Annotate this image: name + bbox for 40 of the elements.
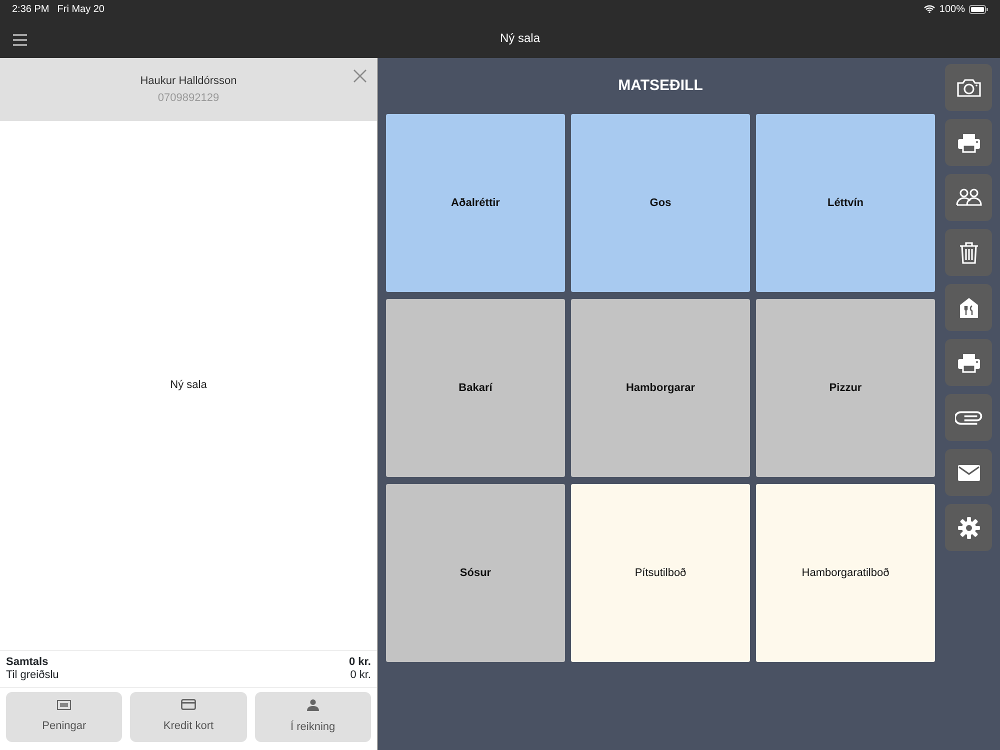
menu-title: MATSEÐILL (618, 76, 703, 96)
trash-button[interactable] (945, 229, 992, 276)
category-tile[interactable]: Sósur (386, 484, 565, 662)
total-value: 0 kr. (348, 656, 371, 669)
total-label: Samtals (6, 656, 48, 669)
settings-button[interactable] (945, 504, 992, 551)
credit-card-icon (180, 699, 196, 710)
status-time: 2:36 PM (12, 2, 50, 16)
battery-percent: 100% (939, 2, 965, 16)
offer-tile[interactable]: Pítsutilboð (571, 484, 750, 662)
payment-button[interactable]: Í reikning (254, 692, 371, 742)
customer-phone: 0709892129 (158, 90, 220, 106)
category-tile[interactable]: Aðalréttir (386, 114, 565, 292)
banknote-icon (57, 700, 72, 710)
person-icon (306, 698, 319, 711)
paperclip-icon (954, 410, 982, 424)
status-date: Fri May 20 (57, 2, 104, 16)
empty-order-text: Ný sala (170, 378, 207, 394)
payment-button[interactable]: Kredit kort (130, 692, 247, 742)
customer-name: Haukur Halldórsson (140, 74, 237, 89)
people-button[interactable] (945, 174, 992, 221)
camera-button[interactable] (945, 64, 992, 111)
category-tile[interactable]: Bakarí (386, 299, 565, 477)
wifi-icon (924, 5, 936, 13)
offer-tile[interactable]: Hamborgaratilboð (756, 484, 935, 662)
category-tile[interactable]: Gos (571, 114, 750, 292)
battery-icon (969, 4, 988, 14)
mail-button[interactable] (945, 449, 992, 496)
paperclip-button[interactable] (945, 394, 992, 441)
printer-button[interactable] (945, 119, 992, 166)
category-tile[interactable]: Léttvín (756, 114, 935, 292)
close-button[interactable] (353, 68, 367, 84)
total-label: Til greiðslu (6, 669, 59, 682)
restaurant-button[interactable] (945, 284, 992, 331)
printer-button[interactable] (945, 339, 992, 386)
category-tile[interactable]: Pizzur (756, 299, 935, 477)
payment-button[interactable]: Peningar (6, 692, 122, 742)
nav-title: Ný sala (500, 30, 540, 47)
category-tile[interactable]: Hamborgarar (571, 299, 750, 477)
total-value: 0 kr. (350, 669, 371, 682)
